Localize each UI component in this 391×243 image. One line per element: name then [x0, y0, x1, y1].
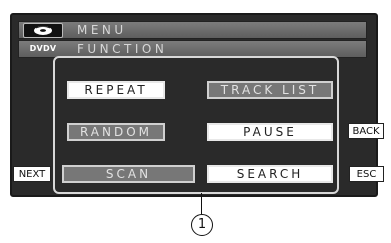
disc-icon: [23, 23, 63, 38]
menu-title: MENU: [77, 23, 127, 37]
search-button[interactable]: SEARCH: [207, 165, 333, 183]
esc-button[interactable]: ESC: [349, 166, 384, 182]
back-button[interactable]: BACK: [348, 123, 384, 139]
repeat-button[interactable]: REPEAT: [67, 81, 165, 99]
pause-button[interactable]: PAUSE: [207, 123, 333, 141]
random-button[interactable]: RANDOM: [67, 123, 165, 141]
source-label: DVDV: [29, 44, 57, 53]
next-button[interactable]: NEXT: [13, 166, 51, 182]
menu-header-bar: MENU: [18, 21, 367, 39]
callout-number: 1: [191, 214, 213, 236]
callout-leader-line: [201, 193, 202, 214]
track-list-button[interactable]: TRACK LIST: [207, 81, 333, 99]
function-title: FUNCTION: [77, 42, 168, 56]
scan-button[interactable]: SCAN: [62, 165, 195, 183]
